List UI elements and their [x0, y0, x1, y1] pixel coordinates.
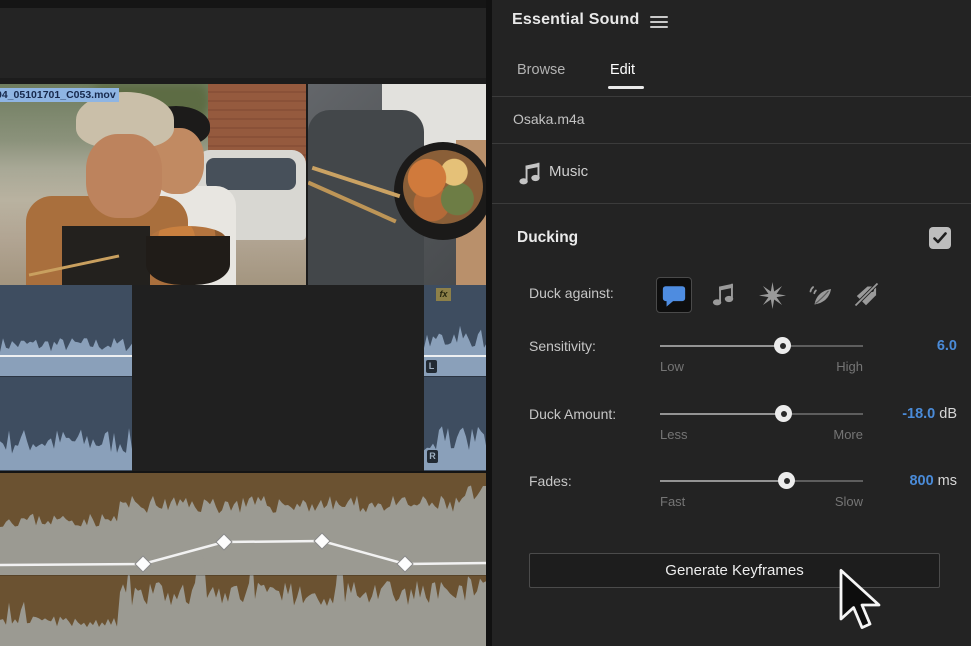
timeline-area: 04_05101701_C053.mov: [0, 0, 488, 646]
clip-label: 04_05101701_C053.mov: [0, 88, 119, 102]
ducking-checkbox[interactable]: [929, 227, 951, 249]
tab-edit[interactable]: Edit: [610, 62, 635, 78]
duck-against-music-button[interactable]: [705, 277, 741, 313]
fades-value[interactable]: 800ms: [909, 473, 957, 489]
tab-browse[interactable]: Browse: [517, 62, 565, 78]
keyframe-diamond[interactable]: [135, 556, 151, 572]
thumbnail-art-person1-shirt: [62, 226, 150, 285]
burst-icon: [759, 282, 786, 309]
video-clip-1[interactable]: 04_05101701_C053.mov: [0, 84, 306, 285]
duck-against-dialogue-button[interactable]: [656, 277, 692, 313]
right-channel-badge: R: [427, 450, 438, 463]
duck-amount-row: Duck Amount: Less More -18.0dB: [492, 400, 971, 450]
divider: [492, 203, 971, 204]
duck-against-untagged-button[interactable]: [848, 277, 884, 313]
duck-amount-max-label: More: [833, 427, 863, 442]
active-tab-underline: [608, 86, 644, 89]
thumbnail-art-person1-face: [86, 134, 162, 218]
duck-against-sfx-button[interactable]: [754, 277, 790, 313]
volume-rubber-band[interactable]: [0, 355, 132, 357]
video-track: 04_05101701_C053.mov: [0, 84, 488, 285]
audio-type-music[interactable]: Music: [549, 163, 588, 180]
sensitivity-slider-fill: [660, 345, 782, 347]
sensitivity-min-label: Low: [660, 359, 684, 374]
tag-slash-icon: [853, 282, 880, 308]
fades-row: Fades: Fast Slow 800ms: [492, 467, 971, 517]
duck-against-label: Duck against:: [529, 285, 614, 301]
dialogue-waveform: [424, 285, 488, 471]
rubber-band-line[interactable]: [0, 541, 488, 565]
fades-max-label: Slow: [835, 494, 863, 509]
divider: [492, 96, 971, 97]
video-clip-2[interactable]: [308, 84, 488, 285]
channel-divider: [0, 376, 132, 377]
ducking-section-title: Ducking: [517, 229, 578, 247]
fades-slider-fill: [660, 480, 786, 482]
top-strip: [0, 0, 488, 8]
sensitivity-row: Sensitivity: Low High 6.0: [492, 332, 971, 382]
panel-title: Essential Sound: [512, 11, 639, 29]
sensitivity-slider-thumb[interactable]: [774, 337, 791, 354]
check-icon: [933, 232, 947, 244]
premiere-workspace: 04_05101701_C053.mov: [0, 0, 971, 646]
duck-against-ambience-button[interactable]: [802, 277, 838, 313]
fx-badge: fx: [436, 288, 451, 301]
mouse-cursor: [838, 568, 886, 632]
divider: [492, 143, 971, 144]
selected-clip-name: Osaka.m4a: [513, 111, 585, 127]
dialogue-waveform: [0, 285, 132, 471]
essential-sound-panel: Essential Sound Browse Edit Osaka.m4a Mu…: [492, 0, 971, 646]
duck-amount-slider-fill: [660, 413, 783, 415]
duck-amount-value[interactable]: -18.0dB: [902, 406, 957, 422]
speech-bubble-icon: [661, 283, 687, 308]
duck-amount-slider-thumb[interactable]: [775, 405, 792, 422]
audio-track-music[interactable]: [0, 471, 488, 646]
keyframe-diamond[interactable]: [397, 556, 413, 572]
left-channel-badge: L: [426, 360, 437, 373]
music-note-icon: [518, 161, 541, 187]
audio-track-dialogue: fx L R: [0, 285, 488, 471]
fades-slider-thumb[interactable]: [778, 472, 795, 489]
leaf-icon: [807, 282, 834, 308]
dialogue-audio-clip-left[interactable]: [0, 285, 132, 471]
dialogue-audio-clip-right[interactable]: fx L R: [424, 285, 488, 471]
volume-rubber-band[interactable]: [424, 355, 488, 357]
fades-min-label: Fast: [660, 494, 685, 509]
thumbnail-art-bowl: [146, 236, 230, 285]
duck-amount-label: Duck Amount:: [529, 406, 616, 422]
sensitivity-max-label: High: [836, 359, 863, 374]
thumbnail-art-food: [403, 150, 483, 224]
music-note-icon: [711, 282, 735, 308]
volume-keyframe-band: [0, 473, 488, 646]
sensitivity-value[interactable]: 6.0: [937, 338, 957, 354]
panel-menu-icon[interactable]: [650, 16, 668, 29]
keyframe-diamond[interactable]: [216, 534, 232, 550]
duck-amount-min-label: Less: [660, 427, 687, 442]
keyframe-diamond[interactable]: [314, 533, 330, 549]
thumbnail-art-car-window: [206, 158, 296, 190]
fades-label: Fades:: [529, 473, 572, 489]
sensitivity-label: Sensitivity:: [529, 338, 596, 354]
channel-divider: [424, 376, 488, 377]
